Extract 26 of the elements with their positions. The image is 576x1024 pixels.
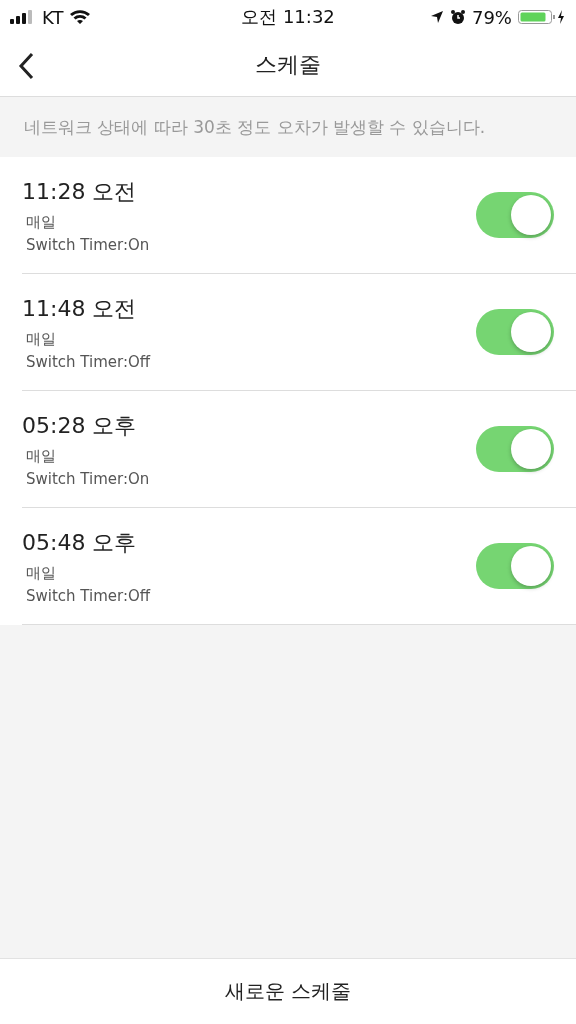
wifi-icon bbox=[69, 9, 92, 25]
action-label: Switch Timer:On bbox=[25, 235, 150, 254]
schedule-time: 11:48 오전 bbox=[22, 294, 138, 323]
battery-percent: 79% bbox=[471, 6, 512, 28]
toggle-switch[interactable] bbox=[476, 192, 554, 238]
schedule-time: 05:48 오후 bbox=[22, 528, 138, 557]
carrier-name: KT bbox=[42, 6, 64, 28]
action-label: Switch Timer:Off bbox=[25, 352, 151, 371]
notice-text: 네트워크 상태에 따라 30초 정도 오차가 발생할 수 있습니다. bbox=[24, 115, 486, 139]
toggle-switch[interactable] bbox=[476, 426, 554, 472]
schedule-time: 11:28 오전 bbox=[22, 177, 138, 206]
repeat-label: 매일 bbox=[25, 446, 57, 466]
toggle-switch[interactable] bbox=[476, 543, 554, 589]
repeat-label: 매일 bbox=[25, 212, 57, 232]
action-label: Switch Timer:On bbox=[25, 469, 150, 488]
alarm-clock-icon bbox=[449, 9, 466, 25]
battery-charging-icon bbox=[518, 9, 566, 25]
page-title: 스케줄 bbox=[255, 51, 321, 79]
repeat-label: 매일 bbox=[25, 329, 57, 349]
schedule-time: 05:28 오후 bbox=[22, 411, 138, 440]
clock-time: 오전 11:32 bbox=[241, 5, 335, 29]
location-arrow-icon bbox=[429, 10, 444, 24]
new-schedule-button[interactable]: 새로운 스케줄 bbox=[0, 958, 576, 1024]
action-label: Switch Timer:Off bbox=[25, 586, 151, 605]
toggle-switch[interactable] bbox=[476, 309, 554, 355]
repeat-label: 매일 bbox=[25, 563, 57, 583]
